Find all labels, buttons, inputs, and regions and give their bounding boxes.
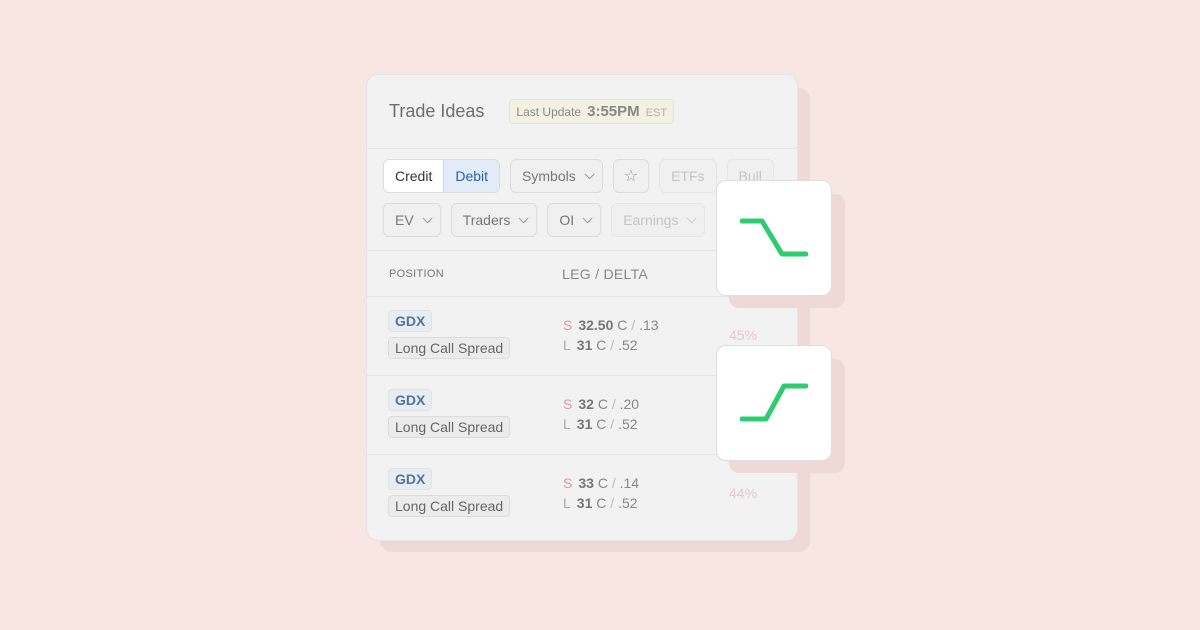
symbols-label: Symbols xyxy=(522,168,576,184)
bullish-strategy-card[interactable] xyxy=(716,345,832,461)
position-column-header: POSITION xyxy=(389,267,444,280)
long-strike: 31 xyxy=(576,495,593,511)
long-strike: 31 xyxy=(576,337,593,353)
short-side-label: S xyxy=(563,396,573,412)
symbols-dropdown[interactable]: Symbols xyxy=(510,159,603,193)
credit-debit-toggle[interactable]: Credit Debit xyxy=(383,159,501,193)
traders-label: Traders xyxy=(462,212,511,228)
chevron-down-icon xyxy=(687,212,698,223)
ticker-badge[interactable]: GDX xyxy=(388,468,433,490)
separator: / xyxy=(610,416,615,432)
short-strike: 33 xyxy=(578,475,594,491)
short-leg: S 32.50 C / .13 xyxy=(563,317,659,333)
long-strike: 31 xyxy=(576,416,593,432)
traders-dropdown[interactable]: Traders xyxy=(450,203,538,237)
short-type: C xyxy=(617,317,628,333)
long-type: C xyxy=(596,337,607,353)
chevron-down-icon xyxy=(584,168,595,179)
panel-header: Trade Ideas Last Update 3:55PM EST xyxy=(367,75,797,149)
last-update-time: 3:55PM xyxy=(587,103,640,120)
page-title: Trade Ideas xyxy=(389,101,485,121)
separator: / xyxy=(611,396,616,412)
oi-label: OI xyxy=(559,212,575,228)
chevron-down-icon xyxy=(422,212,433,223)
debit-option[interactable]: Debit xyxy=(443,160,500,192)
short-leg: S 33 C / .14 xyxy=(563,475,639,491)
short-delta: .13 xyxy=(639,317,659,333)
short-delta: .14 xyxy=(619,475,640,491)
chevron-down-icon xyxy=(519,212,529,223)
separator: / xyxy=(610,495,615,511)
strategy-badge: Long Call Spread xyxy=(388,416,511,438)
etfs-filter[interactable]: ETFs xyxy=(659,159,717,193)
separator: / xyxy=(610,337,615,353)
bearish-step-icon xyxy=(740,218,808,257)
long-leg: L 31 C / .52 xyxy=(563,416,638,432)
long-side-label: L xyxy=(563,416,571,432)
short-side-label: S xyxy=(563,475,573,491)
last-update-badge: Last Update 3:55PM EST xyxy=(509,99,675,124)
short-strike: 32.50 xyxy=(578,317,614,333)
short-leg: S 32 C / .20 xyxy=(563,396,639,412)
strategy-badge: Long Call Spread xyxy=(388,495,511,517)
long-delta: .52 xyxy=(618,416,638,432)
leg-delta-column-header: LEG / DELTA xyxy=(562,265,649,282)
last-update-label: Last Update xyxy=(516,105,582,119)
chevron-down-icon xyxy=(582,212,593,223)
ticker-badge[interactable]: GDX xyxy=(388,310,433,332)
probability-value: 45% xyxy=(729,327,758,343)
bearish-strategy-card[interactable] xyxy=(716,180,832,296)
ev-dropdown[interactable]: EV xyxy=(383,203,441,237)
credit-option[interactable]: Credit xyxy=(384,160,443,192)
long-delta: .52 xyxy=(618,495,638,511)
long-type: C xyxy=(596,416,607,432)
oi-dropdown[interactable]: OI xyxy=(547,203,602,237)
long-leg: L 31 C / .52 xyxy=(563,337,638,353)
long-side-label: L xyxy=(563,337,571,353)
earnings-label: Earnings xyxy=(623,212,679,228)
probability-value: 44% xyxy=(729,485,758,501)
etfs-label: ETFs xyxy=(671,168,705,184)
long-leg: L 31 C / .52 xyxy=(563,495,638,511)
earnings-dropdown[interactable]: Earnings xyxy=(611,203,706,237)
ev-label: EV xyxy=(395,212,414,228)
separator: / xyxy=(631,317,636,333)
last-update-timezone: EST xyxy=(645,107,668,119)
strategy-badge: Long Call Spread xyxy=(388,337,511,359)
separator: / xyxy=(611,475,616,491)
short-type: C xyxy=(597,396,608,412)
long-side-label: L xyxy=(563,495,571,511)
short-side-label: S xyxy=(563,317,573,333)
favorites-button[interactable]: ☆ xyxy=(612,159,650,193)
star-icon: ☆ xyxy=(623,168,639,185)
bullish-step-icon xyxy=(740,383,808,422)
short-delta: .20 xyxy=(619,396,640,412)
long-delta: .52 xyxy=(618,337,638,353)
ticker-badge[interactable]: GDX xyxy=(388,389,433,411)
short-type: C xyxy=(597,475,608,491)
long-type: C xyxy=(596,495,607,511)
short-strike: 32 xyxy=(578,396,594,412)
